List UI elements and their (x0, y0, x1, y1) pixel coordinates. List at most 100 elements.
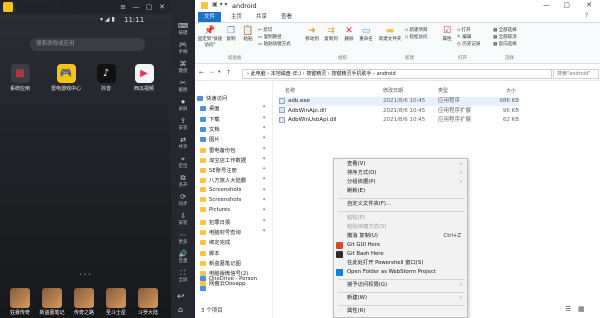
sidebar-item[interactable]: 🎮 手柄 (171, 41, 195, 55)
column-name[interactable]: 名称 (285, 87, 295, 94)
close-icon[interactable]: ✕ (586, 1, 592, 9)
nav-item[interactable]: 桌面 ✦ (200, 104, 266, 112)
sidebar-item[interactable]: ⇩ 安装 (171, 212, 195, 226)
sidebar-item[interactable]: ⟳ 同步 (171, 193, 195, 207)
column-date[interactable]: 修改日期 (383, 87, 403, 94)
sidebar-item[interactable]: 🔊 音量 (171, 250, 195, 264)
tab-file[interactable]: 文件 (198, 12, 222, 22)
sidebar-item[interactable]: ⌨ 按键 (171, 22, 195, 36)
open-button[interactable]: ▫ 打开 (457, 27, 470, 33)
new-item-button[interactable]: ▫ 新建项目 (405, 27, 427, 33)
menu-item[interactable]: 在此处打开 Powershell 窗口(S) (347, 259, 465, 269)
nav-item[interactable]: 犯罪日报 ✦ (200, 218, 266, 226)
sidebar-item[interactable]: ✂ 截图 (171, 79, 195, 93)
dock-app[interactable]: 新盗墓笔记 (39, 288, 65, 316)
file-row[interactable]: AdbWinUsbApi.dll 2021/8/6 10:45 应用程序扩展 62 K… (279, 116, 519, 125)
menu-item[interactable]: Git Bash Here (336, 250, 465, 260)
nav-item[interactable]: 文档 ✦ (200, 125, 266, 133)
menu-item[interactable]: 刷新(E) (347, 187, 465, 197)
nav-item[interactable]: 电脑封号查询 ✦ (200, 228, 266, 236)
maximize-icon[interactable]: ▢ (144, 2, 154, 12)
nav-item[interactable]: Screenshots ✦ (200, 197, 266, 203)
delete-button[interactable]: ✕ 删除 (342, 26, 356, 42)
sidebar-item[interactable]: ⌖ 定位 (171, 155, 195, 169)
nav-item-this-pc[interactable] (200, 286, 209, 292)
menu-item[interactable]: 撤消 复制(U) Ctrl+Z (347, 232, 465, 242)
nav-item[interactable]: 绑定完成 (200, 238, 230, 246)
forward-icon[interactable]: → (209, 69, 214, 76)
history-button[interactable]: ◷ 历史记录 (457, 41, 480, 47)
cut-button[interactable]: ✂ 剪切 (258, 27, 272, 33)
sidebar-item[interactable]: ⇄ 共享 (171, 136, 195, 150)
menu-item[interactable]: 排序方式(O) › (347, 169, 465, 179)
invert-selection-button[interactable]: ▦ 反向选择 (493, 41, 517, 47)
search-input[interactable]: 搜索"android" (553, 69, 599, 79)
minimize-icon[interactable]: — (131, 2, 141, 12)
rename-button[interactable]: ▭ 重命名 (357, 26, 375, 42)
properties-button[interactable]: ☑ 属性 (440, 26, 454, 42)
sidebar-item[interactable]: ⇪ 安装 (171, 117, 195, 131)
paste-shortcut-button[interactable]: ▭ 粘贴快捷方式 (258, 41, 291, 47)
sidebar-item[interactable]: ⌘ 键盘 (171, 60, 195, 74)
nav-item[interactable]: OneDrive - Person (200, 276, 257, 282)
menu-item[interactable]: 自定义文件夹(F)... (347, 200, 465, 210)
menu-item[interactable]: 分组依据(P) › (347, 178, 465, 188)
dock-app[interactable]: 圣斗士星 (103, 288, 129, 316)
quick-access-toolbar[interactable]: ▣ ▾ ▾ (212, 1, 228, 8)
nav-item[interactable]: 雷电备份包 ✦ (200, 146, 266, 154)
back-icon[interactable]: ↩ (177, 292, 185, 302)
dock-app[interactable]: 传奇之路 (71, 288, 97, 316)
nav-item[interactable]: 图片 ✦ (200, 135, 266, 143)
select-none-button[interactable]: ▦ 全部取消 (493, 34, 517, 40)
menu-item[interactable]: 粘贴(P) (347, 214, 465, 224)
sidebar-item[interactable]: ⛶ 全屏 (171, 269, 195, 283)
menu-item[interactable]: 新建(W) › (347, 294, 465, 304)
recent-icon[interactable]: ▾ (218, 69, 221, 75)
column-size[interactable]: 大小 (506, 87, 516, 94)
nav-item[interactable]: 八方旅人大陆霸 ✦ (200, 176, 266, 184)
up-icon[interactable]: ↑ (226, 69, 231, 76)
pin-quick-access-button[interactable]: 📌 固定到"快速访问" (197, 26, 223, 48)
menu-item[interactable]: Git GUI Here (336, 241, 465, 251)
large-icons-view-icon[interactable]: ▦ (578, 305, 585, 313)
search-input[interactable]: 搜索游戏或应用 (30, 38, 145, 51)
details-view-icon[interactable]: ☰ (565, 305, 571, 313)
back-icon[interactable]: ← (199, 69, 204, 76)
copy-to-button[interactable]: ⇉ 复制到 (322, 26, 340, 42)
nav-item[interactable]: 淘宝店工作数据 ✦ (200, 156, 266, 164)
menu-icon[interactable]: ≡ (118, 2, 128, 12)
easy-access-button[interactable]: ▫ 轻松访问 (405, 34, 427, 40)
tab-share[interactable]: 共享 (250, 12, 273, 22)
sidebar-item[interactable]: ⋯ 更多 (171, 231, 195, 245)
menu-item[interactable]: Open Folder as WebStorm Project (336, 268, 465, 278)
nav-item[interactable]: 快速访问 (197, 94, 227, 102)
column-type[interactable]: 类型 (438, 87, 448, 94)
tab-view[interactable]: 查看 (275, 12, 298, 22)
app-tiktok[interactable]: ♪ 抖音 (90, 64, 122, 92)
menu-item[interactable]: 授予访问权限(G) › (347, 281, 465, 291)
nav-item[interactable]: 下载 ✦ (200, 115, 266, 123)
move-to-button[interactable]: ➜ 移动到 (303, 26, 321, 42)
minimize-icon[interactable]: — (543, 1, 550, 9)
nav-item[interactable]: 新盗墓笔记图 (200, 259, 241, 267)
new-folder-button[interactable]: ▬ 新建文件夹 (378, 26, 402, 42)
dock-app[interactable]: 斗罗大陆 (135, 288, 161, 316)
file-row[interactable]: adb.exe 2021/8/6 10:45 应用程序 986 KB (279, 97, 519, 106)
menu-item[interactable]: 属性(R) (347, 307, 465, 317)
file-row[interactable]: AdbWinApi.dll 2021/8/6 10:45 应用程序扩展 96 KB (279, 107, 519, 116)
paste-button[interactable]: 📋 粘贴 (240, 26, 256, 42)
menu-item[interactable]: 查看(V) › (347, 160, 465, 170)
tab-home[interactable]: 主页 (225, 12, 248, 22)
nav-item[interactable]: Screenshots ✦ (200, 186, 266, 193)
select-all-button[interactable]: ▦ 全部选择 (493, 27, 517, 33)
copy-button[interactable]: ❐ 复制 (224, 26, 238, 42)
sidebar-item[interactable]: ⏺ 录屏 (171, 98, 195, 112)
nav-item[interactable]: SE账号注册 ✦ (200, 166, 266, 174)
address-bar[interactable]: › 此电脑 › 本地磁盘 (E:) › 按键精灵 › 按键精灵手机助手 › an… (242, 69, 552, 79)
edit-button[interactable]: ✎ 编辑 (457, 34, 471, 40)
menu-item[interactable]: 粘贴快捷方式(S) (347, 223, 465, 233)
copy-path-button[interactable]: ▭ 复制路径 (258, 34, 282, 40)
home-icon[interactable]: ⌂ (178, 305, 183, 314)
sidebar-item[interactable]: ⧉ 多开 (171, 174, 195, 188)
app-grid[interactable]: ▦ 系统应用 (4, 64, 36, 92)
